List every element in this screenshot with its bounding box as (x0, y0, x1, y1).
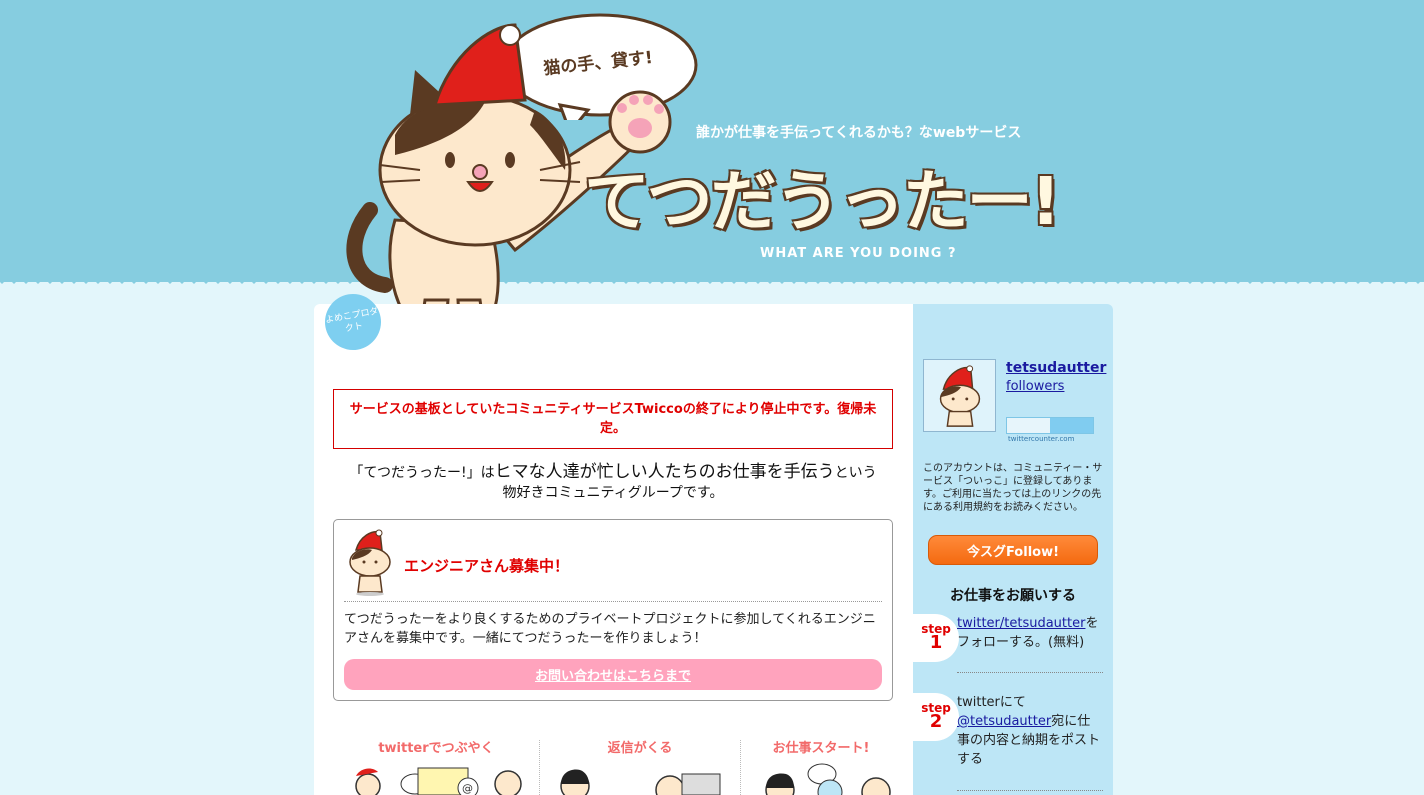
account-avatar[interactable] (923, 359, 996, 432)
step-2-text: twitterにて@tetsudautter宛に仕事の内容と納期をポストする (957, 693, 1103, 769)
step-1-text: twitter/tetsudautterをフォローする。(無料) (957, 614, 1103, 652)
counter-label: twittercounter.com (1008, 435, 1075, 443)
step-number: 1 (929, 632, 943, 653)
reply-illustration (560, 769, 721, 795)
logo-subtitle: WHAT ARE YOU DOING ? (760, 246, 957, 261)
step-number: 2 (929, 711, 943, 732)
followers-link[interactable]: followers (1006, 379, 1064, 394)
zigzag-edge (0, 272, 1424, 284)
site-logo[interactable]: てつだうったー! (584, 148, 1061, 244)
step-1-badge: step 1 (913, 614, 959, 662)
recruit-body: てつだうったーをより良くするためのプライベートプロジェクトに参加してくれるエンジ… (344, 612, 876, 646)
step-2-badge: step 2 (913, 693, 959, 741)
counter-fill (1050, 418, 1093, 433)
follow-twitter-link[interactable]: twitter/tetsudautter (957, 616, 1085, 631)
recruit-box: エンジニアさん募集中！ てつだうったーをより良くするためのプライベートプロジェク… (333, 519, 893, 701)
work-start-illustration (765, 763, 891, 795)
tagline: 誰かが仕事を手伝ってくれるかも？なwebサービス (696, 125, 1022, 141)
mention-link[interactable]: @tetsudautter (957, 714, 1051, 729)
divider (344, 601, 882, 602)
intro-part1: 「てつだうったー!」は (349, 465, 495, 481)
step-2-prefix: twitterにて (957, 695, 1026, 710)
recruit-title: エンジニアさん募集中！ (404, 557, 570, 575)
account-name-link[interactable]: tetsudautter (1006, 360, 1106, 376)
divider (957, 672, 1103, 673)
tweet-illustration: @ (355, 767, 522, 795)
divider (957, 790, 1103, 791)
service-stopped-notice: サービスの基板としていたコミュニティサービスTwiccoの終了により停止中です。… (333, 389, 893, 449)
intro-line2: 物好きコミュニティグループです。 (502, 485, 724, 501)
svg-text:@: @ (462, 782, 473, 795)
contact-button[interactable]: お問い合わせはこちらまで (344, 659, 882, 690)
follow-button[interactable]: 今スグFollow! (928, 535, 1098, 565)
request-work-heading: お仕事をお願いする (950, 588, 1076, 604)
intro-part3: という (834, 465, 877, 481)
twitter-counter-widget[interactable]: twittercounter.com (1006, 417, 1094, 445)
account-note: このアカウントは、コミュニティー・サービス「ついっこ」に登録してあります。ご利用… (923, 463, 1103, 513)
intro-text: 「てつだうったー!」はヒマな人達が忙しい人たちのお仕事を手伝うという 物好きコミ… (333, 462, 893, 503)
cat-small-icon (349, 529, 391, 596)
intro-part2: ヒマな人達が忙しい人たちのお仕事を手伝う (494, 462, 835, 482)
